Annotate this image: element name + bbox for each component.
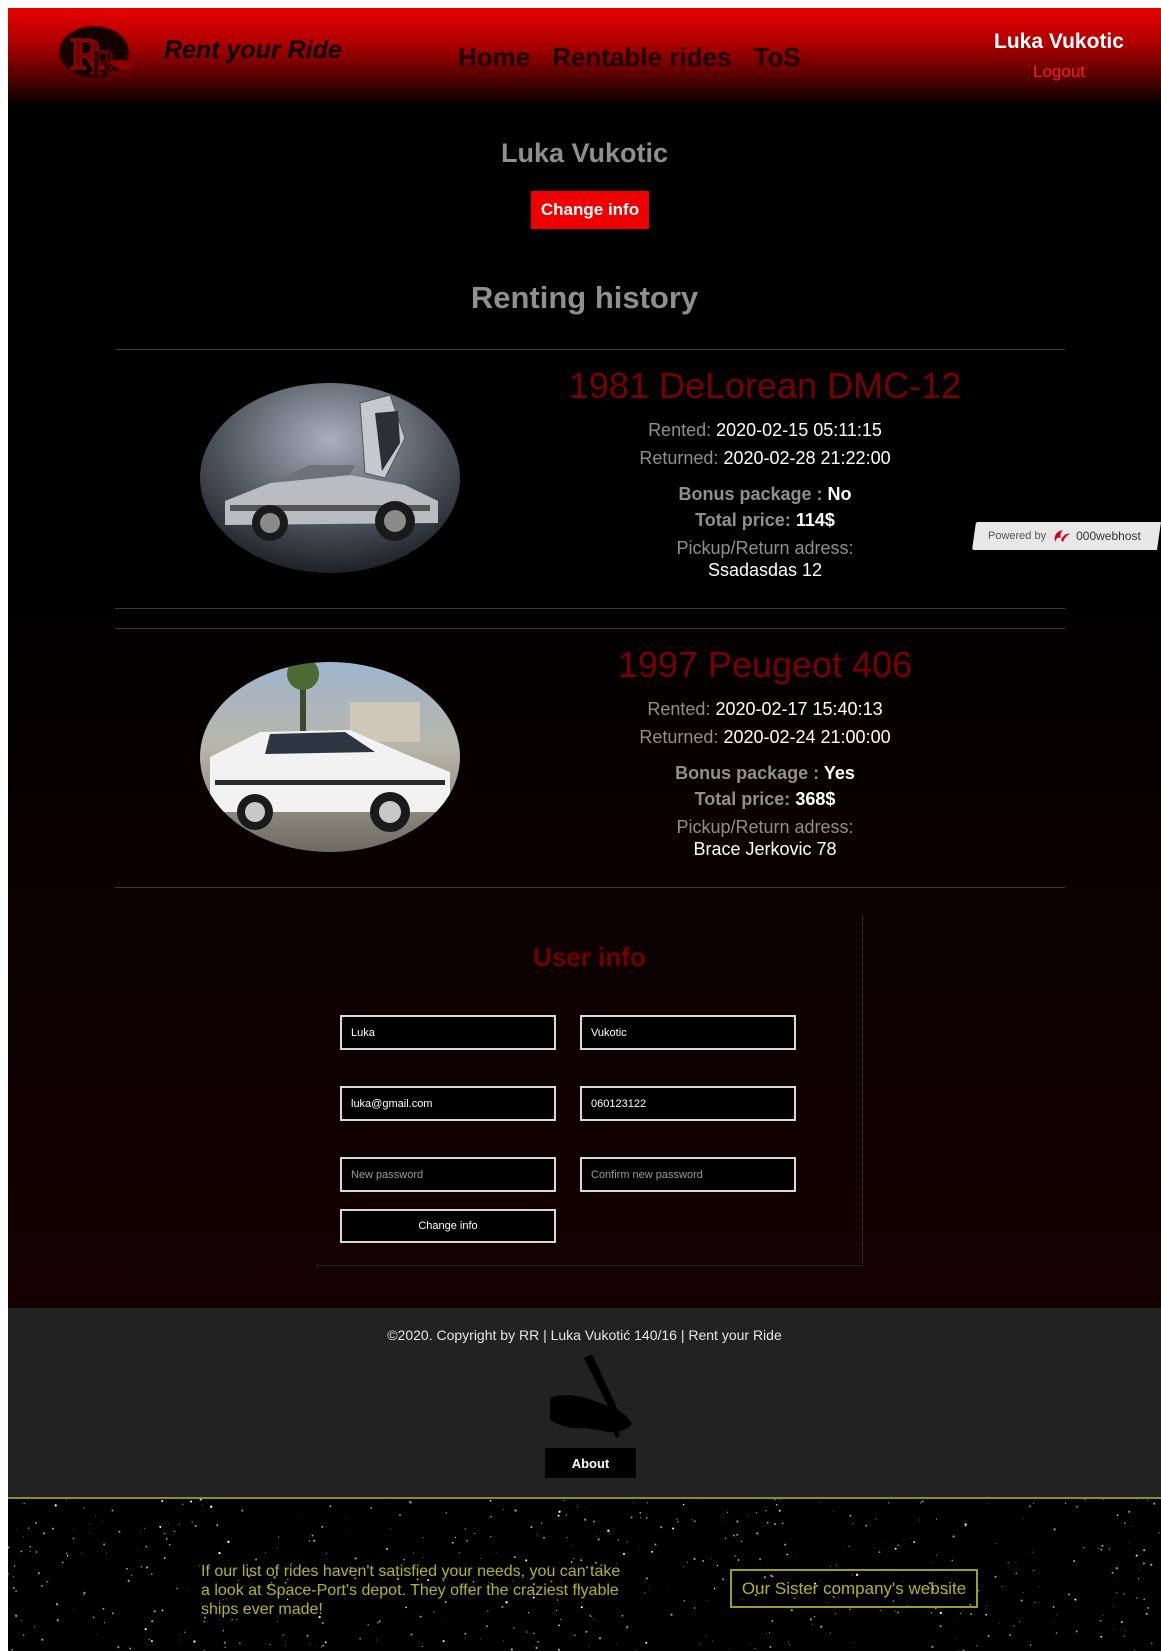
rental-info: 1997 Peugeot 406 Rented: 2020-02-17 15:4… [535, 644, 995, 860]
returned-value: 2020-02-24 21:00:00 [723, 727, 891, 747]
rr-logo-icon[interactable]: R R [58, 22, 136, 80]
car-image-peugeot [200, 662, 460, 852]
rental-card: 1981 DeLorean DMC-12 Rented: 2020-02-15 … [115, 349, 1065, 609]
nav-rentable-rides[interactable]: Rentable rides [552, 42, 731, 73]
returned-label: Returned: [639, 448, 719, 468]
change-info-button[interactable]: Change info [531, 191, 649, 229]
rental-card: 1997 Peugeot 406 Rented: 2020-02-17 15:4… [115, 628, 1065, 888]
about-button[interactable]: About [545, 1448, 636, 1478]
bonus-label: Bonus package : [675, 763, 820, 783]
rental-info: 1981 DeLorean DMC-12 Rented: 2020-02-15 … [535, 365, 995, 581]
divider [115, 608, 1065, 609]
nav-home[interactable]: Home [458, 42, 530, 73]
header-username[interactable]: Luka Vukotic [989, 30, 1129, 54]
powered-by-badge[interactable]: Powered by 000webhost [972, 522, 1161, 550]
renting-history-title: Renting history [470, 280, 699, 315]
hand-pen-icon [550, 1354, 632, 1438]
rented-value: 2020-02-15 05:11:15 [716, 420, 882, 440]
rented-label: Rented: [647, 699, 711, 719]
space-banner: If our list of rides haven't satisfied y… [8, 1497, 1161, 1651]
bonus-value: Yes [823, 763, 855, 783]
car-image-delorean [200, 383, 460, 573]
last-name-field[interactable] [580, 1015, 796, 1050]
divider [115, 628, 1065, 629]
pickup-address: Ssadasdas 12 [707, 560, 823, 580]
profile-name: Luka Vukotic [500, 138, 669, 168]
footer: ©2020. Copyright by RR | Luka Vukotić 14… [8, 1308, 1161, 1497]
main-nav: Home Rentable rides ToS [458, 42, 801, 73]
total-value: 114$ [795, 510, 835, 530]
returned-value: 2020-02-28 21:22:00 [723, 448, 891, 468]
total-label: Total price: [695, 510, 791, 530]
powered-label: Powered by [988, 530, 1047, 542]
email-field[interactable] [340, 1086, 556, 1121]
first-name-field[interactable] [340, 1015, 556, 1050]
car-name[interactable]: 1981 DeLorean DMC-12 [535, 365, 995, 407]
main-content: Luka Vukotic Change info Renting history [8, 106, 1161, 1308]
logout-link[interactable]: Logout [989, 62, 1129, 82]
user-info-title: User info [533, 942, 646, 972]
form-change-info-button[interactable]: Change info [340, 1209, 556, 1243]
header-user: Luka Vukotic Logout [989, 30, 1129, 82]
page: R R Rent your Ride Home Rentable rides T… [8, 8, 1161, 1651]
new-password-field[interactable] [340, 1157, 556, 1192]
site-header: R R Rent your Ride Home Rentable rides T… [8, 8, 1161, 106]
pickup-address: Brace Jerkovic 78 [693, 839, 837, 859]
confirm-password-field[interactable] [580, 1157, 796, 1192]
phone-field[interactable] [580, 1086, 796, 1121]
pickup-label: Pickup/Return adress: [676, 538, 854, 558]
bonus-value: No [827, 484, 852, 504]
returned-label: Returned: [639, 727, 719, 747]
car-name[interactable]: 1997 Peugeot 406 [535, 644, 995, 686]
total-value: 368$ [795, 789, 836, 809]
bonus-label: Bonus package : [678, 484, 823, 504]
rented-value: 2020-02-17 15:40:13 [715, 699, 883, 719]
divider [115, 349, 1065, 350]
sister-company-button[interactable]: Our Sister company's website [730, 1569, 978, 1608]
divider [115, 887, 1065, 888]
copyright-text: ©2020. Copyright by RR | Luka Vukotić 14… [387, 1327, 782, 1343]
total-label: Total price: [694, 789, 791, 809]
user-info-form: User info Change info [316, 916, 863, 1266]
powered-brand: 000webhost [1076, 529, 1141, 543]
brand-name: Rent your Ride [164, 36, 342, 64]
space-banner-text: If our list of rides haven't satisfied y… [201, 1563, 621, 1618]
webhost-logo-icon [1054, 530, 1071, 542]
pickup-label: Pickup/Return adress: [676, 817, 854, 837]
nav-tos[interactable]: ToS [753, 42, 800, 73]
rented-label: Rented: [648, 420, 712, 440]
